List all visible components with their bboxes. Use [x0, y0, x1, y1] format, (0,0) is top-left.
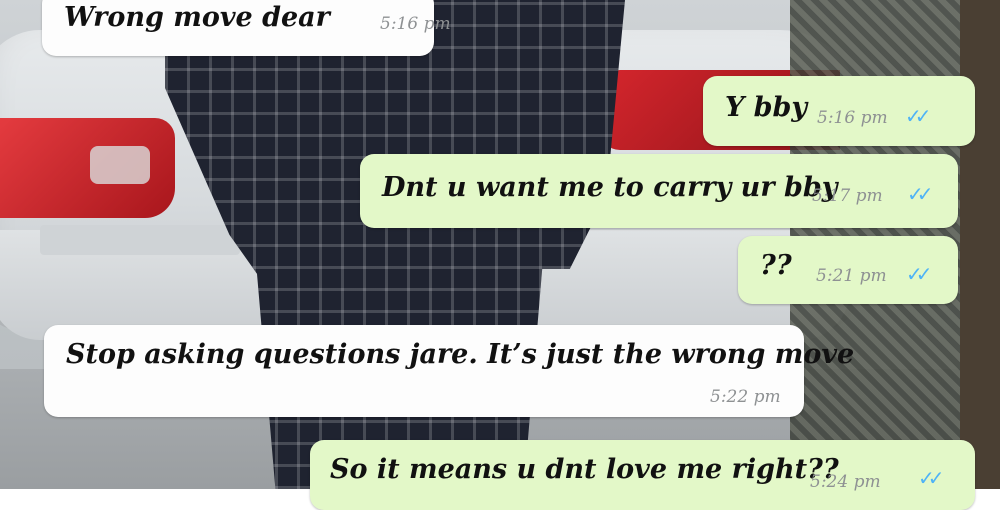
- message-text: Y bby: [725, 92, 808, 123]
- double-check-icon: ✓✓: [906, 262, 932, 286]
- double-check-icon: ✓✓: [905, 104, 931, 128]
- message-bubble-outgoing[interactable]: So it means u dnt love me right?? 5:24 p…: [310, 440, 975, 510]
- message-text: Stop asking questions jare. It’s just th…: [66, 339, 855, 370]
- wallpaper-post: [960, 0, 1000, 489]
- message-timestamp: 5:17 pm: [812, 186, 883, 206]
- message-bubble-outgoing[interactable]: ?? 5:21 pm ✓✓: [738, 236, 958, 304]
- message-bubble-incoming[interactable]: Wrong move dear 5:16 pm: [42, 0, 451, 56]
- message-text: So it means u dnt love me right??: [330, 454, 839, 485]
- message-bubble-outgoing[interactable]: Dnt u want me to carry ur bby 5:17 pm ✓✓: [360, 154, 958, 228]
- message-timestamp: 5:22 pm: [710, 387, 781, 407]
- wallpaper-car-badge: [40, 225, 240, 255]
- message-timestamp: 5:24 pm: [810, 472, 881, 492]
- message-bubble-incoming[interactable]: Stop asking questions jare. It’s just th…: [44, 325, 854, 417]
- message-text: Dnt u want me to carry ur bby: [382, 172, 838, 203]
- double-check-icon: ✓✓: [907, 182, 933, 206]
- message-timestamp: 5:16 pm: [380, 14, 451, 34]
- message-text: ??: [760, 250, 792, 281]
- message-timestamp: 5:21 pm: [816, 266, 887, 286]
- message-text: Wrong move dear: [64, 2, 330, 33]
- double-check-icon: ✓✓: [918, 466, 944, 490]
- wallpaper-tail-light-left: [0, 118, 175, 218]
- message-bubble-outgoing[interactable]: Y bby 5:16 pm ✓✓: [703, 76, 975, 146]
- message-timestamp: 5:16 pm: [817, 108, 888, 128]
